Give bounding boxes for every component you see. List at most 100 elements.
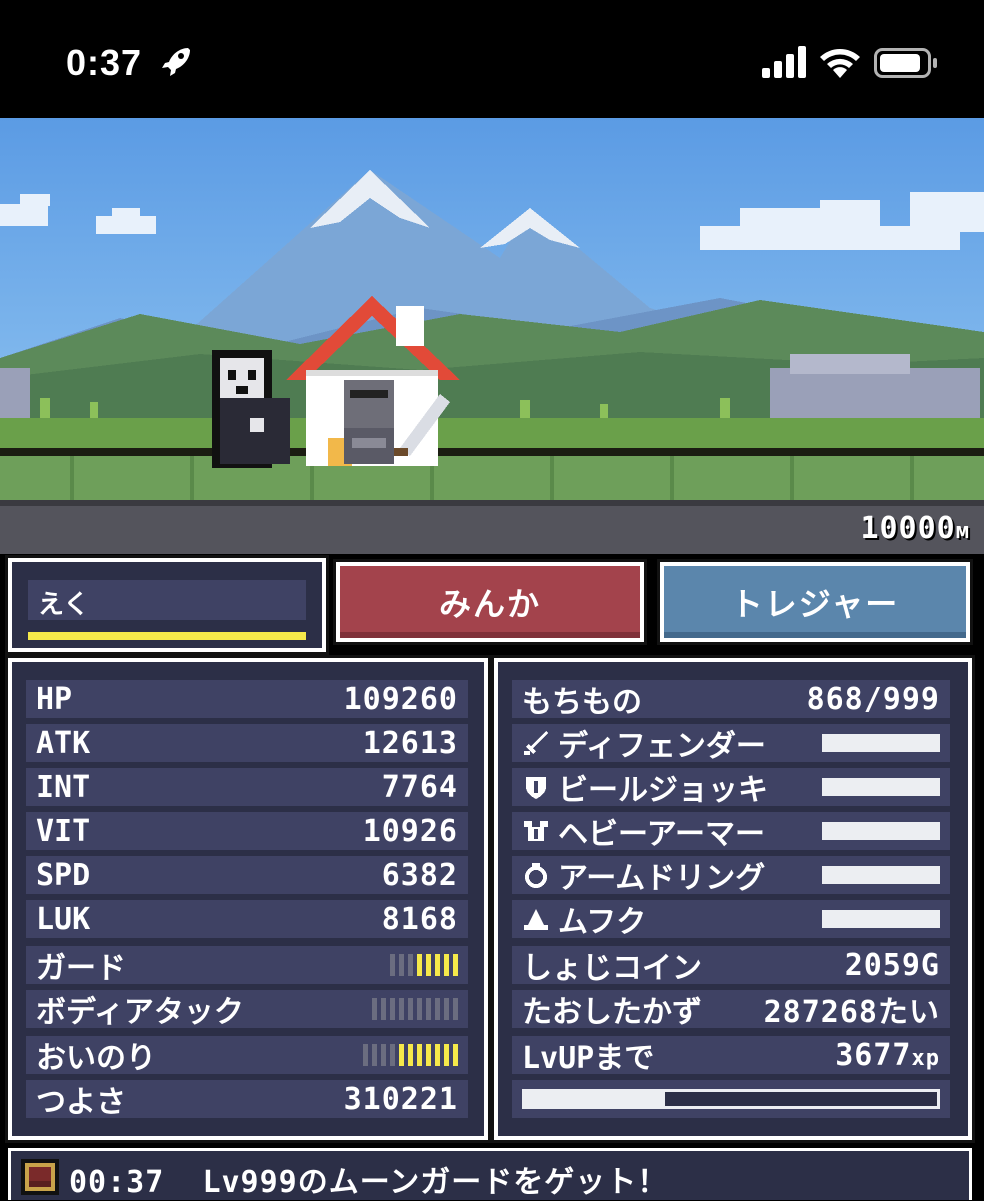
- xp-progress-bar: [522, 1089, 940, 1109]
- stat-label: HP: [36, 681, 73, 717]
- lvup-xp-number: 3677: [835, 1037, 912, 1073]
- skill-level-tick: [408, 998, 413, 1020]
- stat-label: ATK: [36, 725, 91, 761]
- distance-value: 10000: [860, 511, 956, 546]
- power-value: 310221: [343, 1081, 458, 1117]
- skill-level-tick: [399, 954, 404, 976]
- skill-row-body-attack: ボディアタック: [26, 990, 468, 1030]
- equipment-bar: [822, 910, 940, 928]
- skill-level-tick: [408, 954, 413, 976]
- skill-level-tick: [390, 954, 395, 976]
- skill-level-tick: [417, 1044, 422, 1066]
- stats-panel: HP 109260 ATK 12613 INT 7764 VIT 10926 S…: [5, 655, 491, 1143]
- inventory-panel: もちもの 868/999 ディフェンダー ビールジョッキ ヘビーアーマー アーム…: [491, 655, 975, 1143]
- skill-level-tick: [435, 1044, 440, 1066]
- stat-label: VIT: [36, 813, 91, 849]
- equipment-label: ディフェンダー: [558, 729, 766, 764]
- skill-level-tick: [381, 1044, 386, 1066]
- inventory-row: もちもの 868/999: [512, 680, 950, 720]
- equipment-bar: [822, 822, 940, 840]
- equipment-row[interactable]: ディフェンダー: [512, 724, 950, 764]
- message-text: 00:37 Lv999のムーンガードをゲット！: [69, 1157, 668, 1201]
- equipment-row[interactable]: ヘビーアーマー: [512, 812, 950, 852]
- minka-button[interactable]: みんか: [333, 559, 647, 645]
- skill-level-tick: [390, 1044, 395, 1066]
- skill-level-tick: [426, 954, 431, 976]
- player-name-bar: [28, 632, 306, 640]
- power-row: つよさ 310221: [26, 1080, 468, 1120]
- equipment-bar: [822, 734, 940, 752]
- coins-value: 2059G: [844, 947, 940, 983]
- equipment-row[interactable]: ムフク: [512, 900, 950, 940]
- ring-icon: [525, 863, 547, 888]
- stat-value: 10926: [362, 813, 458, 849]
- player-name: えく: [38, 590, 90, 620]
- status-bar: 0:37: [0, 0, 984, 118]
- skill-level-tick: [444, 1044, 449, 1066]
- equipment-bar: [822, 778, 940, 796]
- skill-row-prayer: おいのり: [26, 1036, 468, 1076]
- defeated-label: たおしたかず: [522, 995, 702, 1030]
- skill-level-tick: [444, 998, 449, 1020]
- stat-value: 6382: [381, 857, 458, 893]
- defeated-value: 287268たい: [763, 995, 940, 1030]
- skill-label: ガード: [36, 951, 126, 986]
- skill-level-tick: [453, 954, 458, 976]
- skill-level-meter: [363, 1044, 458, 1066]
- equipment-bar: [822, 866, 940, 884]
- inventory-count: 868/999: [806, 681, 940, 717]
- stat-row-vit: VIT 10926: [26, 812, 468, 850]
- hat-icon: [524, 909, 548, 930]
- skill-level-meter: [390, 954, 458, 976]
- stat-value: 8168: [381, 901, 458, 937]
- skill-level-tick: [435, 954, 440, 976]
- clock-time: 0:37: [66, 42, 143, 83]
- skill-label: ボディアタック: [36, 995, 244, 1030]
- armor-icon: [524, 821, 548, 841]
- stat-row-atk: ATK 12613: [26, 724, 468, 762]
- inventory-label: もちもの: [522, 685, 642, 720]
- scene-background: [0, 118, 984, 554]
- skill-level-tick: [372, 1044, 377, 1066]
- stat-value: 12613: [362, 725, 458, 761]
- battery-icon: [874, 48, 937, 78]
- skill-level-tick: [444, 954, 449, 976]
- lvup-row: LvUPまで 3677xp: [512, 1036, 950, 1076]
- stat-row-hp: HP 109260: [26, 680, 468, 718]
- coins-label: しょじコイン: [522, 951, 702, 986]
- skill-level-tick: [426, 1044, 431, 1066]
- player-name-field[interactable]: えく: [28, 580, 306, 620]
- skill-level-tick: [435, 998, 440, 1020]
- treasure-chest-icon: [21, 1159, 59, 1195]
- equipment-row[interactable]: アームドリング: [512, 856, 950, 896]
- stat-row-int: INT 7764: [26, 768, 468, 806]
- stat-row-spd: SPD 6382: [26, 856, 468, 894]
- skill-level-tick: [399, 1044, 404, 1066]
- skill-row-guard: ガード: [26, 946, 468, 986]
- rocket-icon: [162, 48, 190, 76]
- skill-label: おいのり: [36, 1041, 156, 1076]
- coins-row: しょじコイン 2059G: [512, 946, 950, 986]
- sword-icon: [524, 731, 548, 755]
- skill-level-tick: [453, 998, 458, 1020]
- stat-value: 109260: [343, 681, 458, 717]
- skill-level-tick: [417, 998, 422, 1020]
- stat-label: LUK: [36, 901, 91, 937]
- player-name-panel: えく: [5, 555, 329, 655]
- message-log: 00:37 Lv999のムーンガードをゲット！: [8, 1148, 972, 1200]
- cellular-signal-icon: [762, 46, 806, 78]
- stat-row-luk: LUK 8168: [26, 900, 468, 938]
- skill-level-tick: [426, 998, 431, 1020]
- equipment-label: アームドリング: [558, 861, 766, 896]
- skill-level-tick: [453, 1044, 458, 1066]
- skill-level-tick: [399, 998, 404, 1020]
- skill-level-tick: [408, 1044, 413, 1066]
- equipment-row[interactable]: ビールジョッキ: [512, 768, 950, 808]
- treasure-button[interactable]: トレジャー: [657, 559, 973, 645]
- skill-level-meter: [372, 998, 458, 1020]
- skill-level-tick: [381, 998, 386, 1020]
- lvup-xp-unit: xp: [911, 1045, 940, 1071]
- shield-icon: [526, 777, 546, 799]
- xp-progress-fill: [525, 1092, 666, 1106]
- power-label: つよさ: [36, 1085, 126, 1120]
